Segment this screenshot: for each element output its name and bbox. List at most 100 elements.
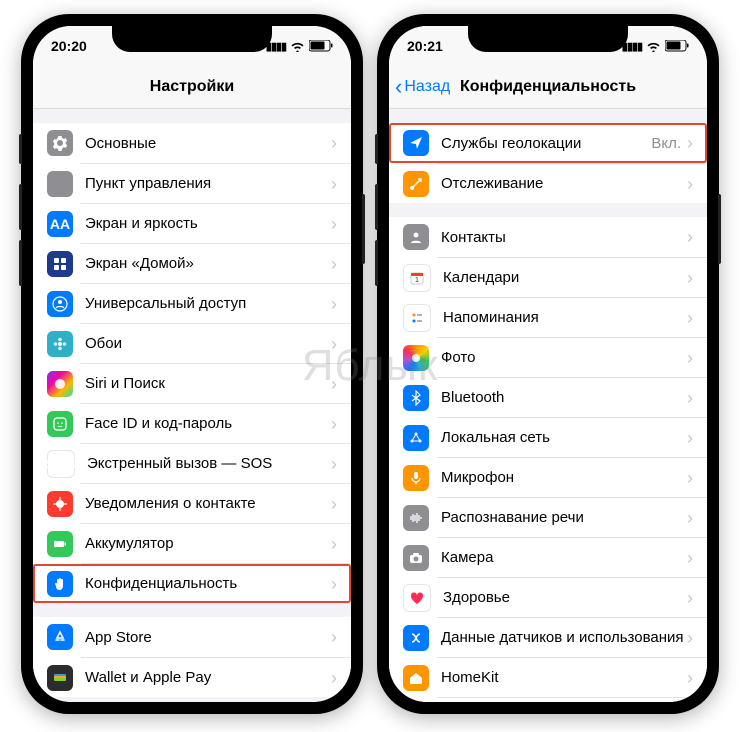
chevron-right-icon: › (687, 429, 693, 447)
faceid-icon (47, 411, 73, 437)
cell-label: Пункт управления (85, 175, 331, 192)
research-icon (403, 625, 429, 651)
cell-camera[interactable]: Камера› (389, 537, 707, 577)
cell-label: Face ID и код-пароль (85, 415, 331, 432)
cell-homekit[interactable]: HomeKit› (389, 657, 707, 697)
cell-label: Календари (443, 269, 687, 286)
display-icon: AA (47, 211, 73, 237)
wallpaper-icon (47, 331, 73, 357)
cell-wallet[interactable]: Wallet и Apple Pay› (33, 657, 351, 697)
general-icon (47, 130, 73, 156)
home-screen-icon (47, 251, 73, 277)
privacy-list[interactable]: Службы геолокацииВкл.›Отслеживание›Конта… (389, 109, 707, 702)
chevron-right-icon: › (331, 575, 337, 593)
cell-label: Микрофон (441, 469, 687, 486)
chevron-right-icon: › (687, 228, 693, 246)
chevron-right-icon: › (331, 415, 337, 433)
calendars-icon: 1 (403, 264, 431, 292)
chevron-right-icon: › (687, 629, 693, 647)
chevron-right-icon: › (331, 669, 337, 687)
cell-battery[interactable]: Аккумулятор› (33, 523, 351, 563)
settings-list[interactable]: Основные›Пункт управления›AAЭкран и ярко… (33, 109, 351, 702)
navbar: ‹ Назад Конфиденциальность (389, 66, 707, 109)
chevron-right-icon: › (687, 669, 693, 687)
chevron-right-icon: › (687, 389, 693, 407)
bluetooth-icon (403, 385, 429, 411)
cell-microphone[interactable]: Микрофон› (389, 457, 707, 497)
cell-health[interactable]: Здоровье› (389, 577, 707, 617)
cell-contacts[interactable]: Контакты› (389, 217, 707, 257)
chevron-right-icon: › (331, 335, 337, 353)
cell-label: Камера (441, 549, 687, 566)
cell-wallpaper[interactable]: Обои› (33, 323, 351, 363)
chevron-right-icon: › (331, 175, 337, 193)
status-time: 20:21 (407, 38, 443, 54)
cell-tracking[interactable]: Отслеживание› (389, 163, 707, 203)
cell-control-center[interactable]: Пункт управления› (33, 163, 351, 203)
cell-label: Данные датчиков и использования (441, 629, 687, 646)
cell-exposure[interactable]: Уведомления о контакте› (33, 483, 351, 523)
cell-home-screen[interactable]: Экран «Домой»› (33, 243, 351, 283)
chevron-right-icon: › (331, 535, 337, 553)
cell-privacy[interactable]: Конфиденциальность› (33, 563, 351, 603)
homekit-icon (403, 665, 429, 691)
chevron-right-icon: › (331, 375, 337, 393)
phone-right: 20:21 ▮▮▮▮ ‹ Назад Конфиденциальность (377, 14, 719, 714)
cell-general[interactable]: Основные› (33, 123, 351, 163)
navbar: Настройки (33, 66, 351, 109)
cell-label: Уведомления о контакте (85, 495, 331, 512)
cell-app-store[interactable]: App Store› (33, 617, 351, 657)
localnet-icon (403, 425, 429, 451)
chevron-right-icon: › (687, 134, 693, 152)
chevron-right-icon: › (331, 455, 337, 473)
photos-icon (403, 345, 429, 371)
speech-icon (403, 505, 429, 531)
cell-label: Аккумулятор (85, 535, 331, 552)
cell-label: Напоминания (443, 309, 687, 326)
contacts-icon (403, 224, 429, 250)
cell-sos[interactable]: SOS Экстренный вызов — SOS› (33, 443, 351, 483)
cell-media[interactable]: Медиа и Apple Music› (389, 697, 707, 702)
battery-icon (47, 531, 73, 557)
chevron-right-icon: › (687, 309, 693, 327)
chevron-right-icon: › (687, 549, 693, 567)
tracking-icon (403, 171, 429, 197)
cell-label: HomeKit (441, 669, 687, 686)
chevron-right-icon: › (687, 269, 693, 287)
location-icon (403, 130, 429, 156)
notch (112, 26, 272, 52)
cell-faceid[interactable]: Face ID и код-пароль› (33, 403, 351, 443)
back-button[interactable]: ‹ Назад (395, 76, 450, 98)
cell-label: App Store (85, 629, 331, 646)
reminders-icon (403, 304, 431, 332)
control-center-icon (47, 171, 73, 197)
cell-bluetooth[interactable]: Bluetooth› (389, 377, 707, 417)
cell-label: Экстренный вызов — SOS (87, 455, 331, 472)
cell-label: Здоровье (443, 589, 687, 606)
wifi-icon (646, 41, 661, 52)
cell-calendars[interactable]: 1 Календари› (389, 257, 707, 297)
cell-reminders[interactable]: Напоминания› (389, 297, 707, 337)
cell-label: Универсальный доступ (85, 295, 331, 312)
back-label: Назад (404, 78, 450, 96)
chevron-right-icon: › (331, 295, 337, 313)
cell-research[interactable]: Данные датчиков и использования› (389, 617, 707, 657)
cell-location[interactable]: Службы геолокацииВкл.› (389, 123, 707, 163)
health-icon (403, 584, 431, 612)
camera-icon (403, 545, 429, 571)
cell-label: Локальная сеть (441, 429, 687, 446)
cell-label: Основные (85, 135, 331, 152)
cell-display[interactable]: AAЭкран и яркость› (33, 203, 351, 243)
cell-accessibility[interactable]: Универсальный доступ› (33, 283, 351, 323)
sos-icon: SOS (47, 450, 75, 478)
cell-siri[interactable]: Siri и Поиск› (33, 363, 351, 403)
accessibility-icon (47, 291, 73, 317)
cell-label: Отслеживание (441, 175, 687, 192)
cell-photos[interactable]: Фото› (389, 337, 707, 377)
cell-speech[interactable]: Распознавание речи› (389, 497, 707, 537)
exposure-icon (47, 491, 73, 517)
cell-localnet[interactable]: Локальная сеть› (389, 417, 707, 457)
page-title: Настройки (150, 78, 234, 96)
privacy-icon (47, 571, 73, 597)
cell-label: Экран «Домой» (85, 255, 331, 272)
